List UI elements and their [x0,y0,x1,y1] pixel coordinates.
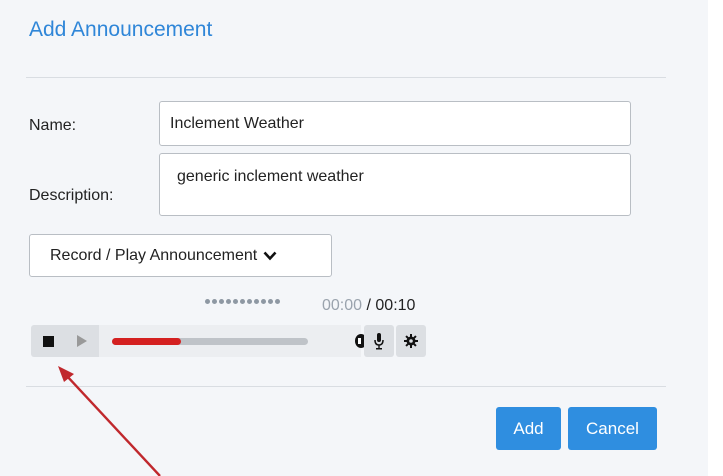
annotation-arrow [58,366,161,476]
